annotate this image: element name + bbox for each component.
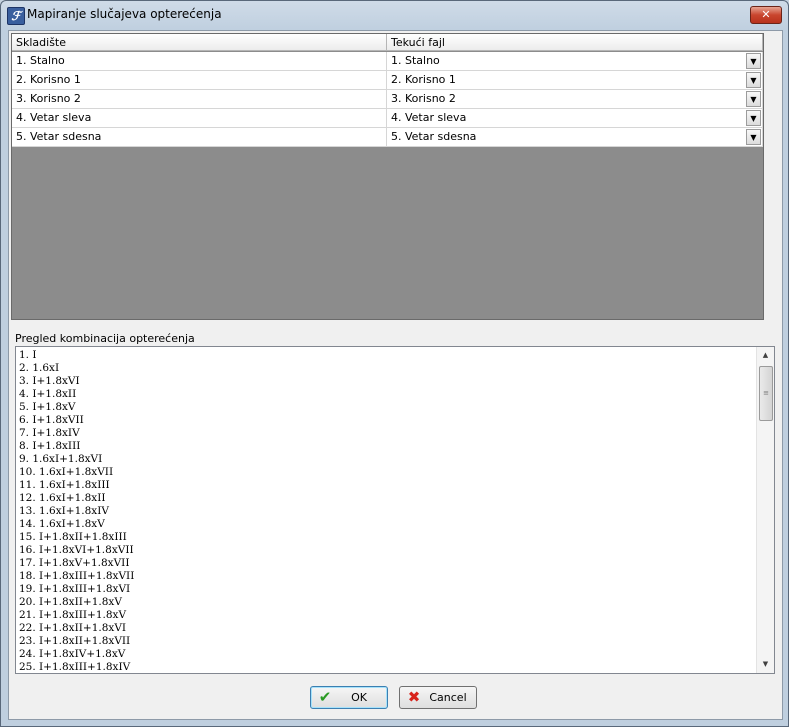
dropdown-arrow-icon[interactable]: ▼ — [746, 110, 761, 126]
current-file-case-dropdown[interactable]: 2. Korisno 1 ▼ — [387, 71, 763, 90]
current-file-case-value: 3. Korisno 2 — [391, 92, 456, 105]
checkmark-icon: ✔ — [318, 688, 332, 706]
current-file-case-dropdown[interactable]: 1. Stalno ▼ — [387, 52, 763, 71]
grid-row: 3. Korisno 2 3. Korisno 2 ▼ — [12, 90, 763, 109]
storage-case-cell: 4. Vetar sleva — [12, 109, 387, 128]
dialog-window: ℱ Mapiranje slučajeva opterećenja ✕ Skla… — [0, 0, 789, 727]
cancel-button-label: Cancel — [429, 691, 467, 704]
list-item[interactable]: 7. I+1.8xIV — [19, 427, 757, 440]
list-item[interactable]: 6. I+1.8xVII — [19, 414, 757, 427]
grid-row: 5. Vetar sdesna 5. Vetar sdesna ▼ — [12, 128, 763, 147]
list-item[interactable]: 25. I+1.8xIII+1.8xIV — [19, 661, 757, 673]
list-item[interactable]: 10. 1.6xI+1.8xVII — [19, 466, 757, 479]
list-item[interactable]: 16. I+1.8xVI+1.8xVII — [19, 544, 757, 557]
list-item[interactable]: 3. I+1.8xVI — [19, 375, 757, 388]
combinations-items: 1. I 2. 1.6xI 3. I+1.8xVI 4. I+1.8xII 5. I+1… — [19, 349, 757, 673]
dropdown-arrow-icon[interactable]: ▼ — [746, 53, 761, 69]
list-item[interactable]: 18. I+1.8xIII+1.8xVII — [19, 570, 757, 583]
vertical-scrollbar[interactable]: ▲ ≡ ▼ — [756, 347, 774, 673]
mapping-grid: Skladište Tekući fajl 1. Stalno 1. Stalno… — [11, 33, 764, 320]
list-item[interactable]: 17. I+1.8xV+1.8xVII — [19, 557, 757, 570]
list-item[interactable]: 8. I+1.8xIII — [19, 440, 757, 453]
cancel-button[interactable]: ✖ Cancel — [399, 686, 477, 709]
title-bar[interactable]: ℱ Mapiranje slučajeva opterećenja ✕ — [1, 1, 788, 29]
column-header-tekuci-fajl[interactable]: Tekući fajl — [387, 34, 763, 51]
list-item[interactable]: 4. I+1.8xII — [19, 388, 757, 401]
current-file-case-dropdown[interactable]: 4. Vetar sleva ▼ — [387, 109, 763, 128]
current-file-case-value: 1. Stalno — [391, 54, 440, 67]
cross-icon: ✖ — [407, 688, 421, 706]
ok-button[interactable]: ✔ OK — [310, 686, 388, 709]
close-button[interactable]: ✕ — [750, 6, 782, 24]
storage-case-cell: 5. Vetar sdesna — [12, 128, 387, 147]
current-file-case-value: 4. Vetar sleva — [391, 111, 467, 124]
grid-header: Skladište Tekući fajl — [12, 34, 763, 52]
storage-case-cell: 2. Korisno 1 — [12, 71, 387, 90]
grid-row: 4. Vetar sleva 4. Vetar sleva ▼ — [12, 109, 763, 128]
dropdown-arrow-icon[interactable]: ▼ — [746, 91, 761, 107]
current-file-case-value: 5. Vetar sdesna — [391, 130, 477, 143]
storage-case-cell: 3. Korisno 2 — [12, 90, 387, 109]
list-item[interactable]: 13. 1.6xI+1.8xIV — [19, 505, 757, 518]
preview-label: Pregled kombinacija opterećenja — [15, 332, 195, 345]
storage-case-cell: 1. Stalno — [12, 52, 387, 71]
list-item[interactable]: 2. 1.6xI — [19, 362, 757, 375]
dropdown-arrow-icon[interactable]: ▼ — [746, 129, 761, 145]
grid-row: 2. Korisno 1 2. Korisno 1 ▼ — [12, 71, 763, 90]
current-file-case-dropdown[interactable]: 5. Vetar sdesna ▼ — [387, 128, 763, 147]
list-item[interactable]: 21. I+1.8xIII+1.8xV — [19, 609, 757, 622]
list-item[interactable]: 5. I+1.8xV — [19, 401, 757, 414]
list-item[interactable]: 11. 1.6xI+1.8xIII — [19, 479, 757, 492]
grid-row: 1. Stalno 1. Stalno ▼ — [12, 52, 763, 71]
dialog-body: Skladište Tekući fajl 1. Stalno 1. Stalno… — [8, 30, 783, 720]
window-title: Mapiranje slučajeva opterećenja — [27, 7, 222, 21]
current-file-case-dropdown[interactable]: 3. Korisno 2 ▼ — [387, 90, 763, 109]
scroll-down-arrow-icon[interactable]: ▼ — [757, 656, 774, 673]
list-item[interactable]: 15. I+1.8xII+1.8xIII — [19, 531, 757, 544]
list-item[interactable]: 19. I+1.8xIII+1.8xVI — [19, 583, 757, 596]
app-icon: ℱ — [7, 7, 25, 25]
list-item[interactable]: 24. I+1.8xIV+1.8xV — [19, 648, 757, 661]
dropdown-arrow-icon[interactable]: ▼ — [746, 72, 761, 88]
ok-button-label: OK — [351, 691, 367, 704]
combinations-list[interactable]: 1. I 2. 1.6xI 3. I+1.8xVI 4. I+1.8xII 5. I+1… — [15, 346, 775, 674]
scroll-up-arrow-icon[interactable]: ▲ — [757, 347, 774, 364]
list-item[interactable]: 9. 1.6xI+1.8xVI — [19, 453, 757, 466]
column-header-skladiste[interactable]: Skladište — [12, 34, 387, 51]
list-item[interactable]: 22. I+1.8xII+1.8xVI — [19, 622, 757, 635]
scroll-thumb[interactable]: ≡ — [759, 366, 773, 421]
list-item[interactable]: 1. I — [19, 349, 757, 362]
current-file-case-value: 2. Korisno 1 — [391, 73, 456, 86]
list-item[interactable]: 20. I+1.8xII+1.8xV — [19, 596, 757, 609]
list-item[interactable]: 23. I+1.8xII+1.8xVII — [19, 635, 757, 648]
list-item[interactable]: 12. 1.6xI+1.8xII — [19, 492, 757, 505]
list-item[interactable]: 14. 1.6xI+1.8xV — [19, 518, 757, 531]
